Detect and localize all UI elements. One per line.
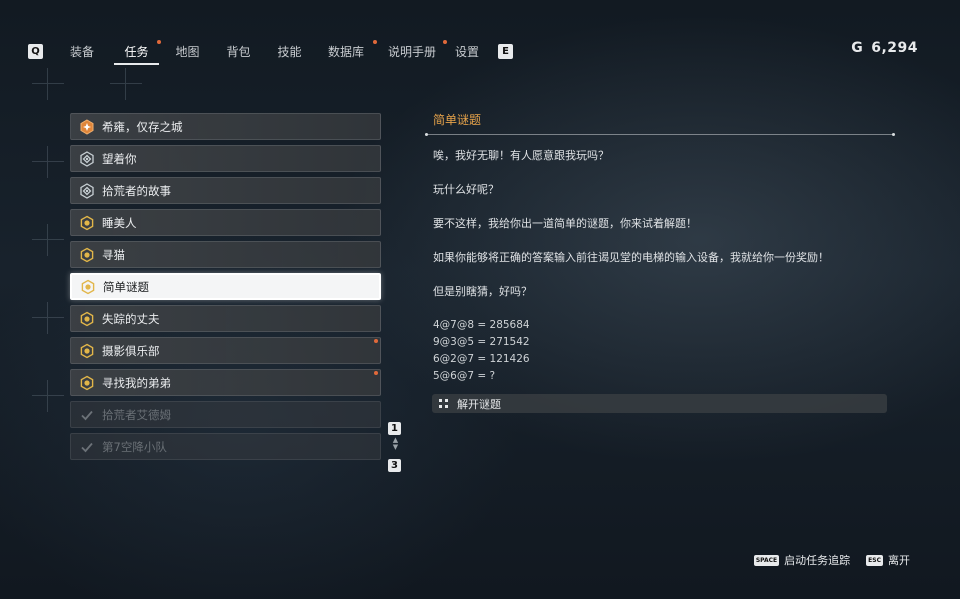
background-crosshair — [32, 380, 64, 412]
notification-dot — [373, 40, 377, 44]
background-crosshair — [32, 302, 64, 334]
currency-display: G 6,294 — [851, 40, 918, 56]
quest-label: 拾荒者艾德姆 — [102, 407, 171, 422]
puzzle-equations: 4@7@8 = 285684 9@3@5 = 271542 6@2@7 = 12… — [425, 317, 895, 385]
background-crosshair — [32, 224, 64, 256]
puzzle-line: 5@6@7 = ? — [433, 370, 496, 382]
solve-puzzle-label: 解开谜题 — [457, 397, 501, 411]
quest-label: 简单谜题 — [103, 279, 149, 294]
puzzle-line: 9@3@5 = 271542 — [433, 336, 530, 348]
quest-list: 希雍，仅存之城 望着你 拾荒者的故事 睡美人 寻猫 简单谜题 失踪的丈夫 摄影俱… — [70, 113, 381, 465]
quest-item[interactable]: 失踪的丈夫 — [70, 305, 381, 332]
leave-label: 离开 — [888, 554, 910, 567]
grid-icon — [439, 399, 448, 408]
request-icon — [79, 215, 95, 231]
tab-skills[interactable]: 技能 — [267, 38, 312, 64]
quest-item-completed[interactable]: 第7空降小队 — [70, 433, 381, 460]
quest-label: 拾荒者的故事 — [102, 183, 171, 198]
quest-label: 希雍，仅存之城 — [102, 119, 183, 134]
track-quest-label: 启动任务追踪 — [784, 554, 851, 567]
notification-dot — [374, 371, 378, 375]
page-up-key[interactable]: 1 — [388, 422, 401, 435]
check-icon — [79, 407, 95, 423]
currency-icon: G — [851, 40, 864, 56]
quest-item[interactable]: 睡美人 — [70, 209, 381, 236]
tab-map[interactable]: 地图 — [165, 38, 210, 64]
puzzle-line: 6@2@7 = 121426 — [433, 353, 530, 365]
quest-description: 玩什么好呢？ — [433, 183, 499, 196]
quest-label: 寻猫 — [102, 247, 125, 262]
check-icon — [79, 439, 95, 455]
quest-label: 望着你 — [102, 151, 137, 166]
nav-prev-key[interactable]: Q — [28, 43, 43, 59]
request-icon — [79, 311, 95, 327]
tab-database[interactable]: 数据库 — [320, 38, 377, 64]
tab-manual[interactable]: 说明手册 — [382, 38, 447, 64]
quest-item[interactable]: 希雍，仅存之城 — [70, 113, 381, 140]
notification-dot — [157, 40, 161, 44]
quest-label: 第7空降小队 — [102, 439, 167, 454]
notification-dot — [374, 339, 378, 343]
side-quest-icon — [79, 150, 95, 167]
tab-quests[interactable]: 任务 — [114, 38, 161, 65]
main-quest-icon — [79, 118, 95, 135]
request-icon — [79, 375, 95, 391]
quest-description: 唉，我好无聊！有人愿意跟我玩吗？ — [433, 149, 609, 162]
quest-detail-panel: 简单谜题 唉，我好无聊！有人愿意跟我玩吗？ 玩什么好呢？ 要不这样，我给你出一道… — [425, 108, 895, 385]
background-crosshair — [110, 68, 142, 100]
quest-item[interactable]: 望着你 — [70, 145, 381, 172]
request-icon — [79, 343, 95, 359]
quest-item[interactable]: 寻猫 — [70, 241, 381, 268]
quest-item-selected[interactable]: 简单谜题 — [70, 273, 381, 300]
background-crosshair — [32, 146, 64, 178]
tab-equipment[interactable]: 装备 — [63, 38, 101, 64]
tab-inventory[interactable]: 背包 — [216, 38, 261, 64]
request-icon — [80, 279, 96, 295]
request-icon — [79, 247, 95, 263]
top-nav: Q 装备 任务 地图 背包 技能 数据库 说明手册 设置 E — [28, 38, 513, 65]
tab-settings[interactable]: 设置 — [448, 38, 486, 64]
notification-dot — [443, 40, 447, 44]
leave-hint[interactable]: ESC 离开 — [866, 552, 910, 568]
quest-item-completed[interactable]: 拾荒者艾德姆 — [70, 401, 381, 428]
quest-label: 摄影俱乐部 — [102, 343, 160, 358]
list-pager: 1 ▲ ▼ 3 — [388, 416, 403, 472]
updown-arrows-icon: ▲ ▼ — [392, 436, 399, 451]
quest-label: 失踪的丈夫 — [102, 311, 160, 326]
page-down-key[interactable]: 3 — [388, 459, 401, 472]
esc-key-icon: ESC — [866, 554, 883, 566]
background-crosshair — [32, 68, 64, 100]
quest-description: 要不这样，我给你出一道简单的谜题，你来试着解题！ — [433, 217, 697, 230]
nav-next-key[interactable]: E — [498, 43, 513, 59]
quest-description: 但是别瞎猜，好吗？ — [433, 285, 532, 298]
quest-item[interactable]: 拾荒者的故事 — [70, 177, 381, 204]
quest-label: 寻找我的弟弟 — [102, 375, 171, 390]
puzzle-line: 4@7@8 = 285684 — [433, 319, 530, 331]
title-divider — [425, 133, 895, 136]
footer-hints: SPACE 启动任务追踪 ESC 离开 — [753, 552, 910, 568]
solve-puzzle-button[interactable]: 解开谜题 — [432, 394, 887, 413]
quest-label: 睡美人 — [102, 215, 137, 230]
space-key-icon: SPACE — [753, 554, 780, 566]
quest-item[interactable]: 摄影俱乐部 — [70, 337, 381, 364]
quest-item[interactable]: 寻找我的弟弟 — [70, 369, 381, 396]
quest-description: 如果你能够将正确的答案输入前往谒见堂的电梯的输入设备，我就给你一份奖励！ — [433, 251, 829, 264]
track-quest-hint[interactable]: SPACE 启动任务追踪 — [753, 552, 851, 568]
quest-title: 简单谜题 — [433, 113, 482, 127]
currency-amount: 6,294 — [871, 40, 918, 56]
side-quest-icon — [79, 182, 95, 199]
